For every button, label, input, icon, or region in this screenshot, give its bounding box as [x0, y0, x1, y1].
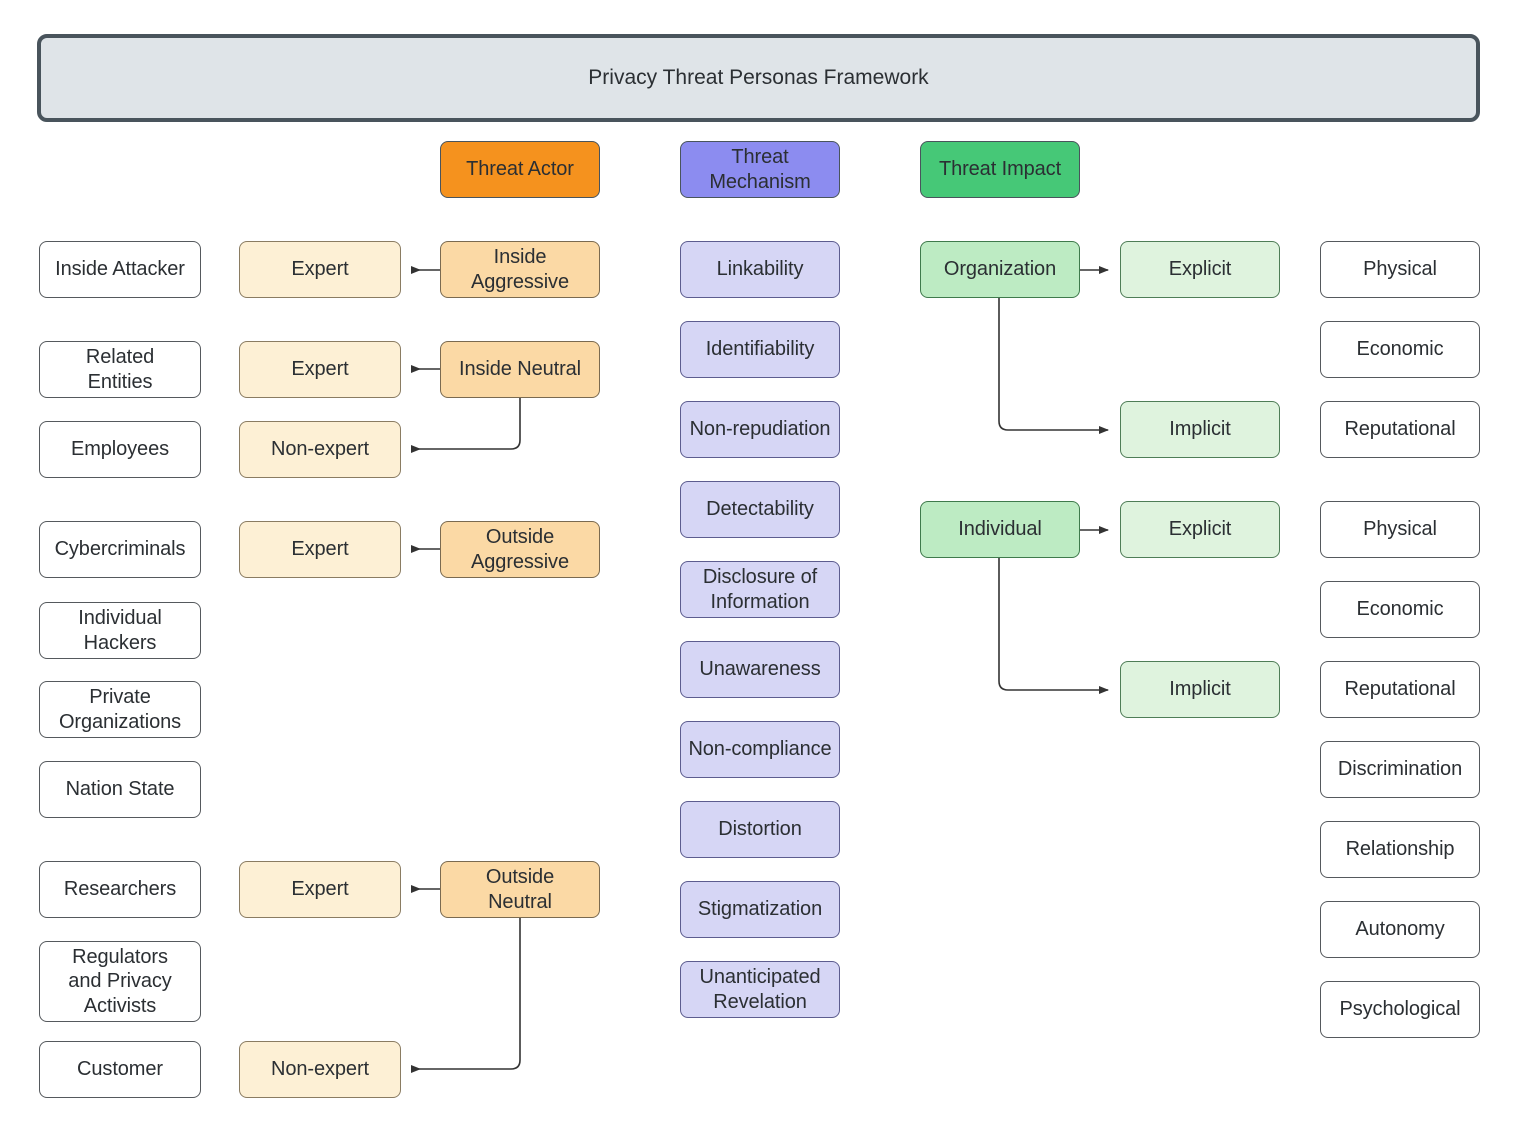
impact-type-economic-individual: Economic	[1320, 581, 1480, 638]
persona-nation-state: Nation State	[39, 761, 201, 818]
impact-type-reputational-organization: Reputational	[1320, 401, 1480, 458]
edge-individual-implicit	[998, 558, 1109, 694]
diagram-title: Privacy Threat Personas Framework	[37, 34, 1480, 122]
mechanism-non-compliance: Non-compliance	[680, 721, 840, 778]
expertise-expert-inside-aggressive: Expert	[239, 241, 401, 298]
mechanism-distortion: Distortion	[680, 801, 840, 858]
expertise-expert-outside-neutral: Expert	[239, 861, 401, 918]
persona-private-organizations: Private Organizations	[39, 681, 201, 738]
mechanism-disclosure-of-information: Disclosure of Information	[680, 561, 840, 618]
mechanism-detectability: Detectability	[680, 481, 840, 538]
expertise-expert-outside-aggressive: Expert	[239, 521, 401, 578]
mechanism-non-repudiation: Non-repudiation	[680, 401, 840, 458]
impact-type-discrimination: Discrimination	[1320, 741, 1480, 798]
persona-related-entities: Related Entities	[39, 341, 201, 398]
impact-kind-explicit-organization: Explicit	[1120, 241, 1280, 298]
persona-regulators-and-privacy-activists: Regulators and Privacy Activists	[39, 941, 201, 1022]
expertise-non-expert-outside-neutral: Non-expert	[239, 1041, 401, 1098]
persona-employees: Employees	[39, 421, 201, 478]
impact-type-physical-individual: Physical	[1320, 501, 1480, 558]
expertise-non-expert-inside-neutral: Non-expert	[239, 421, 401, 478]
header-threat-mechanism: Threat Mechanism	[680, 141, 840, 198]
impact-type-relationship: Relationship	[1320, 821, 1480, 878]
persona-individual-hackers: Individual Hackers	[39, 602, 201, 659]
diagram-canvas: Privacy Threat Personas Framework Threat…	[0, 0, 1520, 1140]
impact-type-economic-organization: Economic	[1320, 321, 1480, 378]
persona-researchers: Researchers	[39, 861, 201, 918]
actor-type-inside-aggressive: Inside Aggressive	[440, 241, 600, 298]
actor-type-inside-neutral: Inside Neutral	[440, 341, 600, 398]
impact-kind-explicit-individual: Explicit	[1120, 501, 1280, 558]
impact-kind-implicit-organization: Implicit	[1120, 401, 1280, 458]
actor-type-outside-aggressive: Outside Aggressive	[440, 521, 600, 578]
actor-type-outside-neutral: Outside Neutral	[440, 861, 600, 918]
impact-target-individual: Individual	[920, 501, 1080, 558]
edge-outside-neutral-nonexpert	[411, 917, 521, 1073]
impact-type-autonomy: Autonomy	[1320, 901, 1480, 958]
edge-inside-neutral-nonexpert	[411, 397, 521, 453]
impact-type-physical-organization: Physical	[1320, 241, 1480, 298]
impact-target-organization: Organization	[920, 241, 1080, 298]
mechanism-unawareness: Unawareness	[680, 641, 840, 698]
mechanism-linkability: Linkability	[680, 241, 840, 298]
persona-cybercriminals: Cybercriminals	[39, 521, 201, 578]
mechanism-stigmatization: Stigmatization	[680, 881, 840, 938]
mechanism-identifiability: Identifiability	[680, 321, 840, 378]
header-threat-impact: Threat Impact	[920, 141, 1080, 198]
impact-type-psychological: Psychological	[1320, 981, 1480, 1038]
persona-inside-attacker: Inside Attacker	[39, 241, 201, 298]
edge-organization-implicit	[998, 298, 1109, 434]
header-threat-actor: Threat Actor	[440, 141, 600, 198]
mechanism-unanticipated-revelation: Unanticipated Revelation	[680, 961, 840, 1018]
expertise-expert-inside-neutral: Expert	[239, 341, 401, 398]
impact-kind-implicit-individual: Implicit	[1120, 661, 1280, 718]
impact-type-reputational-individual: Reputational	[1320, 661, 1480, 718]
persona-customer: Customer	[39, 1041, 201, 1098]
